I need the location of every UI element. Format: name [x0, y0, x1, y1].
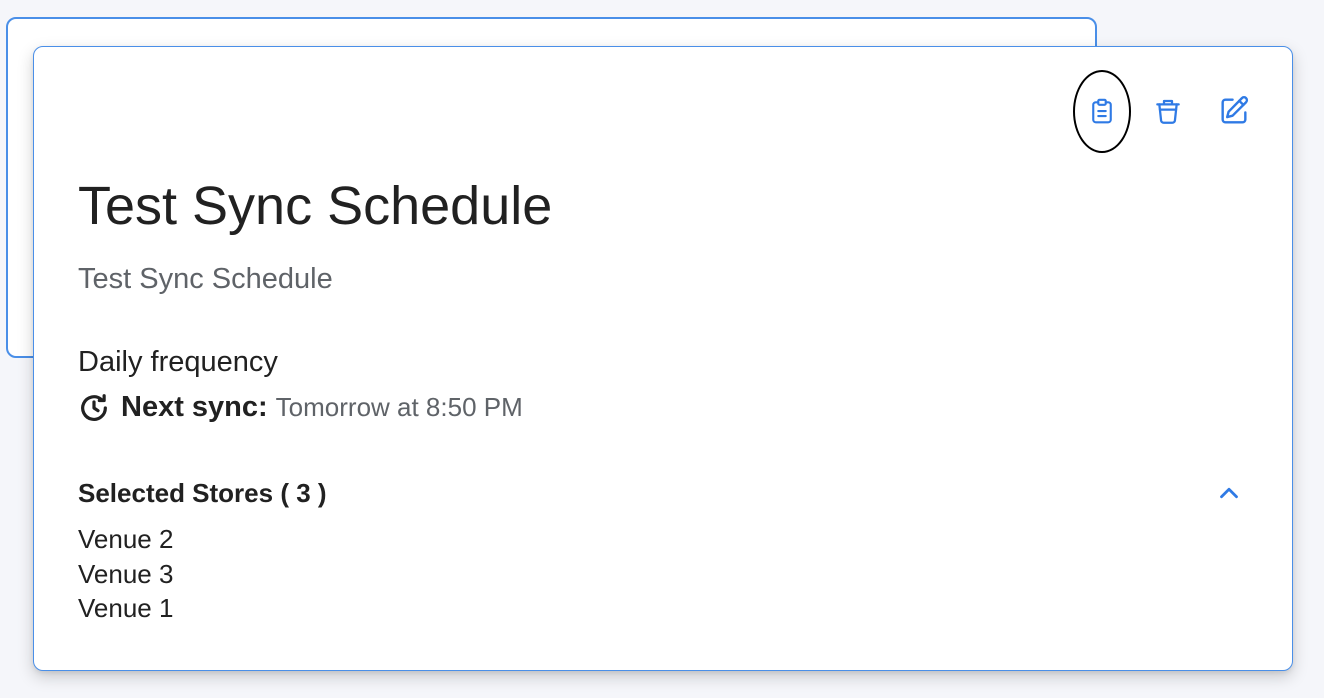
trash-icon [1156, 99, 1180, 124]
next-sync-label: Next sync: [121, 391, 268, 423]
store-item: Venue 2 [78, 524, 174, 554]
collapse-stores-button[interactable] [1212, 476, 1246, 510]
schedule-frequency: Daily frequency [78, 346, 278, 378]
copy-button[interactable] [1084, 93, 1120, 129]
schedule-description: Test Sync Schedule [78, 263, 333, 295]
store-list: Venue 2 Venue 3 Venue 1 [78, 522, 173, 626]
edit-icon [1221, 96, 1249, 124]
edit-button[interactable] [1216, 93, 1252, 129]
chevron-up-icon [1220, 487, 1238, 499]
sync-schedule-card: Test Sync Schedule Test Sync Schedule Da… [33, 46, 1293, 671]
store-item: Venue 1 [78, 593, 174, 623]
delete-button[interactable] [1150, 93, 1186, 129]
schedule-title: Test Sync Schedule [78, 176, 553, 236]
store-item: Venue 3 [78, 558, 174, 589]
sync-clock-icon [78, 392, 110, 424]
selected-stores-header: Selected Stores ( 3 ) [78, 478, 327, 508]
next-sync-value: Tomorrow at 8:50 PM [275, 392, 523, 422]
next-sync-row: Next sync: Tomorrow at 8:50 PM [78, 391, 523, 424]
card-actions [1084, 93, 1252, 129]
clipboard-icon [1092, 98, 1112, 124]
